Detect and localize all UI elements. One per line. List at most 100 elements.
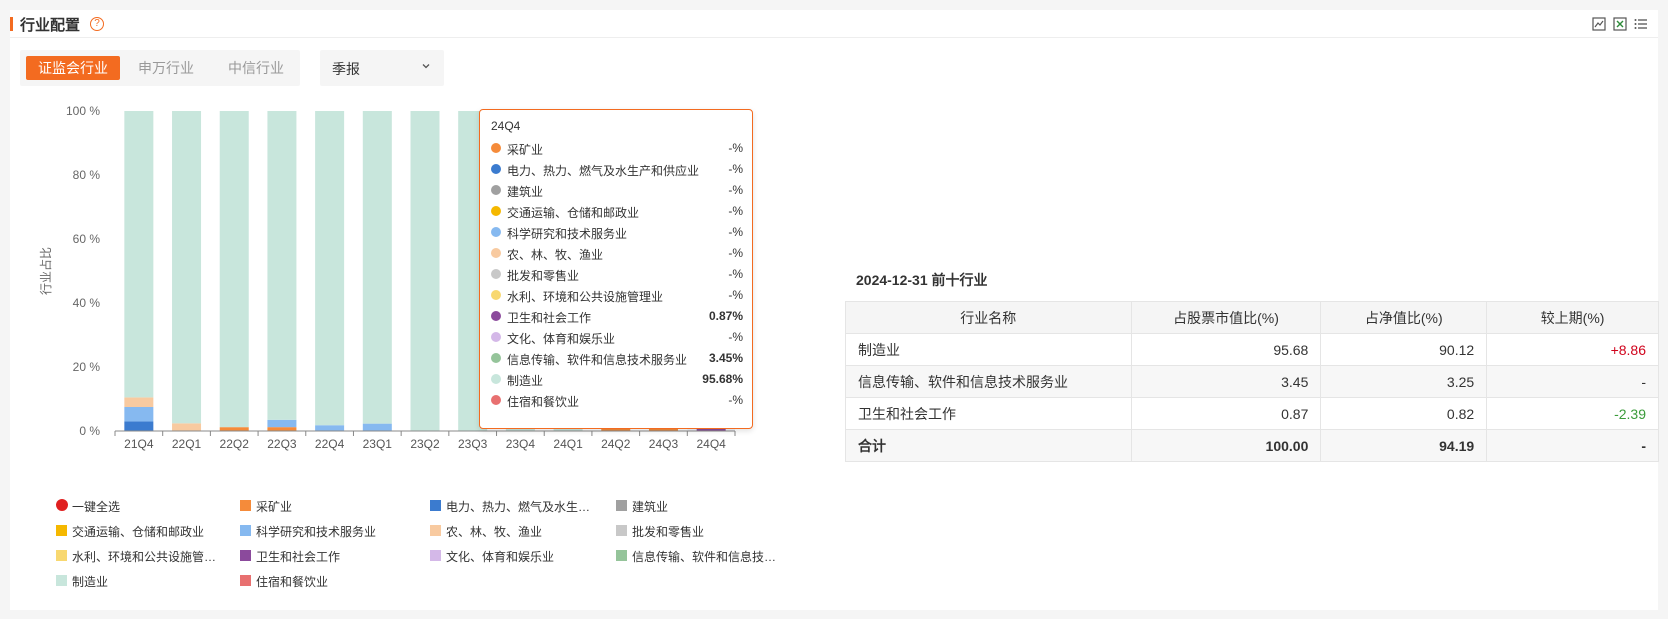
legend-label: 科学研究和技术服务业 — [256, 525, 377, 539]
tooltip-title: 24Q4 — [491, 119, 521, 133]
table-cell: 90.12 — [1320, 333, 1488, 366]
table-cell: - — [1486, 429, 1659, 462]
tooltip-series-value: -% — [728, 225, 743, 239]
table-cell: - — [1486, 365, 1659, 398]
tooltip-series-value: -% — [728, 183, 743, 197]
bar-segment — [267, 111, 297, 420]
tooltip-series-value: 95.68% — [702, 372, 743, 386]
tooltip-series-value: 0.87% — [708, 309, 743, 323]
bar-segment — [124, 407, 154, 422]
tooltip-row: 交通运输、仓储和邮政业 -% — [491, 202, 743, 222]
tooltip-series-dot — [491, 206, 501, 216]
tooltip-series-name: 采矿业 — [507, 143, 544, 157]
list-menu-icon[interactable] — [1634, 17, 1648, 31]
table-header: 占净值比(%) — [1320, 301, 1488, 334]
bar-segment — [172, 111, 202, 424]
legend-label: 卫生和社会工作 — [256, 550, 341, 564]
x-tick-label: 22Q4 — [315, 437, 345, 451]
tooltip-row: 建筑业 -% — [491, 181, 743, 201]
x-tick-label: 22Q3 — [267, 437, 297, 451]
legend-swatch — [430, 525, 441, 536]
chart-tooltip: 24Q4 采矿业 -% 电力、热力、燃气及水生产和供应业 -% 建筑业 -% 交通运输、仓储… — [479, 109, 753, 429]
legend-swatch — [430, 500, 441, 511]
bar-segment — [124, 397, 154, 407]
table-cell: 信息传输、软件和信息技术服务业 — [845, 365, 1132, 398]
x-tick-label: 24Q1 — [553, 437, 583, 451]
tooltip-series-name: 卫生和社会工作 — [507, 311, 592, 325]
legend-label: 水利、环境和公共设施管理业 — [72, 550, 224, 564]
y-tick-label: 20 % — [73, 360, 101, 374]
tooltip-row: 信息传输、软件和信息技术服务业 3.45% — [491, 349, 743, 369]
tooltip-series-name: 建筑业 — [507, 185, 544, 199]
tooltip-row: 水利、环境和公共设施管理业 -% — [491, 286, 743, 306]
legend-label: 制造业 — [72, 575, 109, 589]
legend-swatch — [616, 550, 627, 561]
tooltip-series-dot — [491, 227, 501, 237]
legend-swatch — [240, 500, 251, 511]
excel-export-icon[interactable] — [1613, 17, 1627, 31]
tooltip-series-value: -% — [728, 162, 743, 176]
tooltip-series-dot — [491, 374, 501, 384]
tooltip-series-name: 批发和零售业 — [507, 269, 580, 283]
table-cell: 3.45 — [1130, 365, 1322, 398]
legend-swatch — [616, 525, 627, 536]
legend-label: 采矿业 — [256, 500, 293, 514]
x-tick-label: 21Q4 — [124, 437, 154, 451]
x-tick-label: 22Q1 — [172, 437, 202, 451]
tooltip-series-dot — [491, 353, 501, 363]
x-tick-label: 23Q2 — [410, 437, 440, 451]
y-tick-label: 80 % — [73, 168, 101, 182]
tooltip-series-dot — [491, 143, 501, 153]
table-row: 制造业 95.68 90.12 +8.86 — [845, 333, 1659, 366]
y-tick-label: 100 % — [66, 104, 100, 118]
x-tick-label: 23Q4 — [506, 437, 536, 451]
table-total-row: 合计 100.00 94.19 - — [845, 429, 1659, 462]
tooltip-series-name: 信息传输、软件和信息技术服务业 — [507, 353, 688, 367]
table-cell: +8.86 — [1486, 333, 1659, 366]
table-cell: 0.82 — [1320, 397, 1488, 430]
bar-segment — [219, 111, 249, 428]
table-cell: 95.68 — [1130, 333, 1322, 366]
tooltip-series-dot — [491, 332, 501, 342]
tooltip-row: 卫生和社会工作 0.87% — [491, 307, 743, 327]
tooltip-series-name: 电力、热力、燃气及水生产和供应业 — [507, 164, 700, 178]
x-tick-label: 23Q1 — [363, 437, 393, 451]
top-industries-title: 2024-12-31 前十行业 — [856, 272, 988, 288]
tooltip-series-dot — [491, 269, 501, 279]
tooltip-row: 科学研究和技术服务业 -% — [491, 223, 743, 243]
y-tick-label: 40 % — [73, 296, 101, 310]
tooltip-series-value: -% — [728, 267, 743, 281]
tooltip-row: 住宿和餐饮业 -% — [491, 391, 743, 411]
tooltip-series-dot — [491, 290, 501, 300]
legend-swatch — [430, 550, 441, 561]
tooltip-series-name: 科学研究和技术服务业 — [507, 227, 628, 241]
legend-label: 批发和零售业 — [632, 525, 705, 539]
table-header: 行业名称 — [845, 301, 1132, 334]
legend-swatch — [240, 575, 251, 586]
legend-swatch — [616, 500, 627, 511]
x-tick-label: 22Q2 — [220, 437, 250, 451]
tooltip-series-dot — [491, 311, 501, 321]
table-cell: 100.00 — [1130, 429, 1322, 462]
legend-swatch — [56, 575, 67, 586]
bar-segment — [172, 423, 202, 431]
bar-segment — [219, 427, 249, 431]
legend-label: 一键全选 — [72, 500, 121, 514]
table-header-row: 行业名称 占股票市值比(%) 占净值比(%) 较上期(%) — [845, 301, 1659, 334]
tooltip-series-value: 3.45% — [708, 351, 743, 365]
tooltip-series-name: 农、林、牧、渔业 — [507, 248, 604, 262]
legend-swatch — [56, 525, 67, 536]
bar-segment — [410, 111, 440, 431]
y-tick-label: 0 % — [79, 424, 100, 438]
tooltip-series-value: -% — [728, 288, 743, 302]
legend-label: 农、林、牧、渔业 — [446, 525, 543, 539]
tooltip-series-dot — [491, 164, 501, 174]
tooltip-series-name: 制造业 — [507, 374, 544, 388]
tooltip-row: 批发和零售业 -% — [491, 265, 743, 285]
legend-label: 文化、体育和娱乐业 — [446, 550, 555, 564]
chart-export-icon[interactable] — [1592, 17, 1606, 31]
table-cell: 卫生和社会工作 — [845, 397, 1132, 430]
tooltip-series-dot — [491, 185, 501, 195]
tooltip-row: 制造业 95.68% — [491, 370, 743, 390]
tooltip-series-value: -% — [728, 141, 743, 155]
